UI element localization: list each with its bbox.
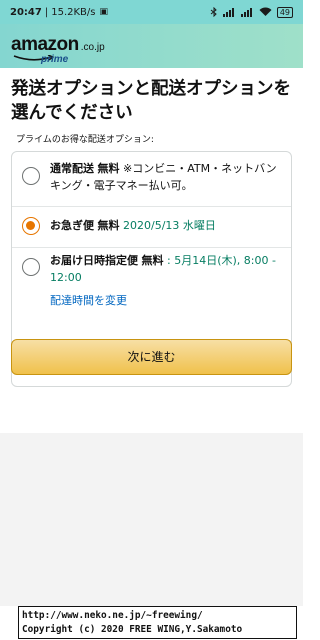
delivery-option-scheduled[interactable]: お届け日時指定便 無料 : 5月14日(木), 8:00 - 12:00 配達時… xyxy=(12,248,291,318)
battery-icon: 49 xyxy=(276,6,293,18)
status-network-speed: 15.2KB/s xyxy=(51,6,96,18)
logo-tld: .co.jp xyxy=(80,42,105,53)
bluetooth-icon xyxy=(210,7,217,17)
logo-prime: prime xyxy=(41,54,69,65)
main-content: 発送オプションと配送オプションを選んでください プライムのお得な配送オプション:… xyxy=(0,68,303,606)
signal-icon-2 xyxy=(240,7,252,17)
delivery-option-standard[interactable]: 通常配送 無料 ※コンビニ・ATM・ネットバンキング・電子マネー払い可。 xyxy=(12,152,291,206)
option-scheduled-name: お届け日時指定便 xyxy=(50,254,138,267)
page-title: 発送オプションと配送オプションを選んでください xyxy=(11,79,291,123)
radio-express[interactable] xyxy=(22,217,40,235)
caption-url: http://www.neko.ne.jp/~freewing/ xyxy=(22,610,203,621)
radio-scheduled[interactable] xyxy=(22,258,40,276)
option-express-text: お急ぎ便 無料 2020/5/13 水曜日 xyxy=(50,217,282,234)
option-standard-name: 通常配送 xyxy=(50,162,94,175)
caption-copyright: Copyright (c) 2020 FREE WING,Y.Sakamoto xyxy=(22,624,243,635)
copyright-caption: http://www.neko.ne.jp/~freewing/ Copyrig… xyxy=(18,606,297,639)
option-standard-text: 通常配送 無料 ※コンビニ・ATM・ネットバンキング・電子マネー払い可。 xyxy=(50,160,282,194)
amazon-prime-logo[interactable]: amazon .co.jp prime xyxy=(11,34,105,65)
status-icons: 49 xyxy=(210,6,293,18)
notification-icon: ▣ xyxy=(99,7,108,17)
status-time: 20:47 xyxy=(10,6,42,18)
page-footer-area xyxy=(0,433,303,606)
next-button[interactable]: 次に進む xyxy=(11,339,292,375)
option-express-price: 無料 xyxy=(97,219,120,232)
signal-icon xyxy=(222,7,234,17)
delivery-option-express[interactable]: お急ぎ便 無料 2020/5/13 水曜日 xyxy=(12,207,291,247)
radio-standard[interactable] xyxy=(22,167,40,185)
option-standard-price: 無料 xyxy=(97,162,120,175)
logo-word: amazon xyxy=(11,34,79,55)
change-delivery-time-link[interactable]: 配達時間を変更 xyxy=(50,292,127,308)
wifi-icon xyxy=(259,7,272,16)
option-express-name: お急ぎ便 xyxy=(50,219,94,232)
status-bar: 20:47 | 15.2KB/s ▣ 49 xyxy=(0,0,303,24)
section-subtitle: プライムのお得な配送オプション: xyxy=(16,135,154,145)
app-header: amazon .co.jp prime xyxy=(0,24,303,68)
option-scheduled-text: お届け日時指定便 無料 : 5月14日(木), 8:00 - 12:00 xyxy=(50,252,282,286)
option-express-date: 2020/5/13 水曜日 xyxy=(119,219,216,232)
option-scheduled-price: 無料 xyxy=(141,254,164,267)
status-separator: | xyxy=(44,6,49,18)
